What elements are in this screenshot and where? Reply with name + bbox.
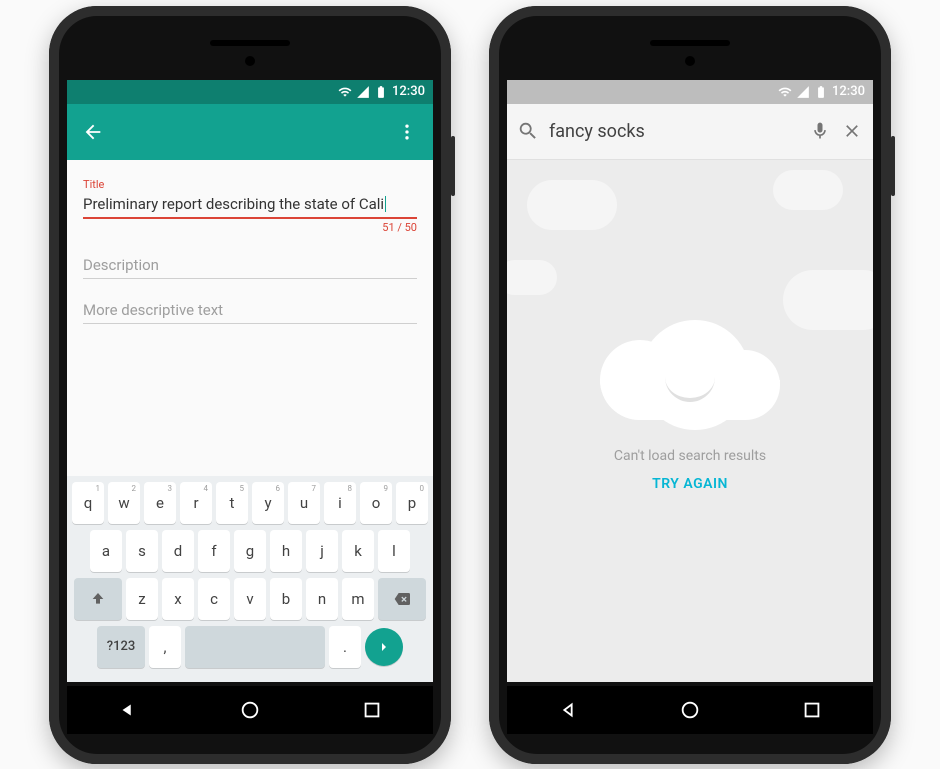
battery-icon: [374, 85, 388, 99]
battery-icon: [814, 85, 828, 99]
sad-cloud-icon: [600, 310, 780, 420]
key-b[interactable]: b: [270, 578, 302, 620]
phone-mockup-form: 12:30 Title Preliminary report describin…: [49, 6, 451, 764]
signal-icon: [796, 85, 810, 99]
key-e[interactable]: e3: [144, 482, 176, 524]
nav-home-icon[interactable]: [239, 699, 261, 721]
empty-state: Can't load search results TRY AGAIN: [507, 160, 873, 682]
key-k[interactable]: k: [342, 530, 374, 572]
title-label: Title: [83, 178, 417, 191]
description-field[interactable]: Description: [83, 254, 417, 279]
android-nav-bar: [507, 686, 873, 734]
nav-recents-icon[interactable]: [801, 699, 823, 721]
title-input[interactable]: Preliminary report describing the state …: [83, 193, 417, 219]
key-z[interactable]: z: [126, 578, 158, 620]
key-p[interactable]: p0: [396, 482, 428, 524]
key-j[interactable]: j: [306, 530, 338, 572]
key-m[interactable]: m: [342, 578, 374, 620]
status-time: 12:30: [392, 84, 425, 99]
signal-icon: [356, 85, 370, 99]
search-bar: fancy socks: [507, 104, 873, 160]
key-x[interactable]: x: [162, 578, 194, 620]
overflow-icon[interactable]: [395, 120, 419, 144]
key-v[interactable]: v: [234, 578, 266, 620]
key-i[interactable]: i8: [324, 482, 356, 524]
key-r[interactable]: r4: [180, 482, 212, 524]
mic-icon[interactable]: [809, 120, 831, 142]
status-bar: 12:30: [507, 80, 873, 104]
close-icon[interactable]: [841, 120, 863, 142]
key-g[interactable]: g: [234, 530, 266, 572]
key-q[interactable]: q1: [72, 482, 104, 524]
key-enter[interactable]: [365, 628, 403, 666]
soft-keyboard[interactable]: q1w2e3r4t5y6u7i8o9p0 asdfghjkl zxcvbnm ?…: [67, 476, 433, 682]
key-l[interactable]: l: [378, 530, 410, 572]
key-d[interactable]: d: [162, 530, 194, 572]
form-area: Title Preliminary report describing the …: [67, 160, 433, 476]
status-bar: 12:30: [67, 80, 433, 104]
key-y[interactable]: y6: [252, 482, 284, 524]
nav-back-icon[interactable]: [117, 699, 139, 721]
screen: 12:30 Title Preliminary report describin…: [67, 80, 433, 682]
key-shift[interactable]: [74, 578, 122, 620]
key-u[interactable]: u7: [288, 482, 320, 524]
key-o[interactable]: o9: [360, 482, 392, 524]
key-a[interactable]: a: [90, 530, 122, 572]
key-t[interactable]: t5: [216, 482, 248, 524]
key-f[interactable]: f: [198, 530, 230, 572]
app-bar: [67, 104, 433, 160]
key-s[interactable]: s: [126, 530, 158, 572]
key-space[interactable]: [185, 626, 325, 668]
nav-recents-icon[interactable]: [361, 699, 383, 721]
description-input[interactable]: Description: [83, 254, 417, 279]
key-symbols[interactable]: ?123: [97, 626, 145, 668]
key-period[interactable]: .: [329, 626, 361, 668]
title-counter: 51 / 50: [83, 221, 417, 234]
key-n[interactable]: n: [306, 578, 338, 620]
nav-back-icon[interactable]: [557, 699, 579, 721]
key-backspace[interactable]: [378, 578, 426, 620]
screen: 12:30 fancy socks: [507, 80, 873, 682]
title-field[interactable]: Title Preliminary report describing the …: [83, 178, 417, 234]
back-icon[interactable]: [81, 120, 105, 144]
nav-home-icon[interactable]: [679, 699, 701, 721]
more-text-input[interactable]: More descriptive text: [83, 299, 417, 324]
status-time: 12:30: [832, 84, 865, 99]
key-w[interactable]: w2: [108, 482, 140, 524]
key-h[interactable]: h: [270, 530, 302, 572]
wifi-icon: [338, 85, 352, 99]
search-input[interactable]: fancy socks: [549, 121, 799, 142]
phone-mockup-search: 12:30 fancy socks: [489, 6, 891, 764]
search-icon[interactable]: [517, 120, 539, 142]
key-c[interactable]: c: [198, 578, 230, 620]
key-comma[interactable]: ,: [149, 626, 181, 668]
more-text-field[interactable]: More descriptive text: [83, 299, 417, 324]
android-nav-bar: [67, 686, 433, 734]
wifi-icon: [778, 85, 792, 99]
